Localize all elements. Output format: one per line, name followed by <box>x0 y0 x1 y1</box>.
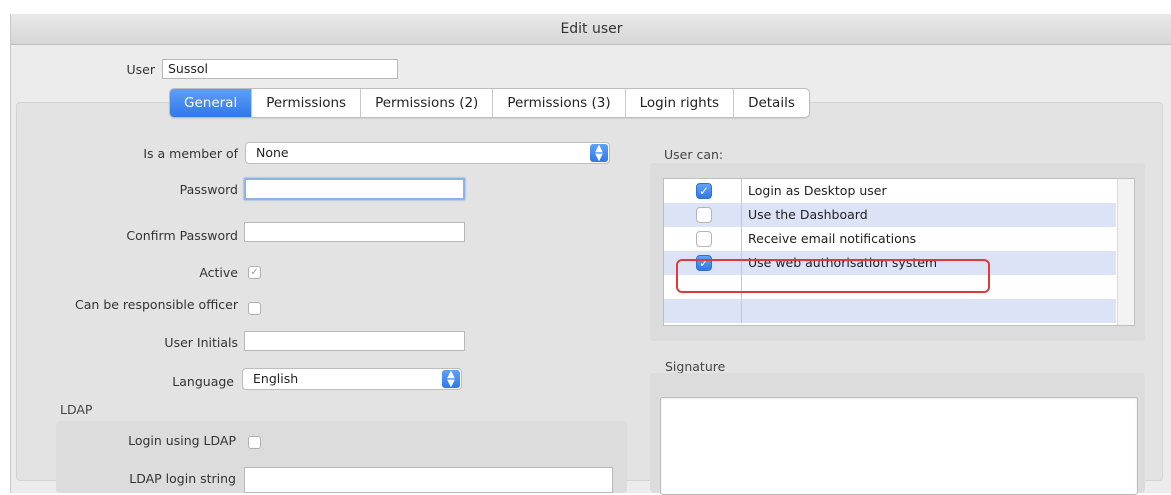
list-item-empty <box>664 299 1116 323</box>
member-of-value: None <box>256 145 289 160</box>
tab-details[interactable]: Details <box>734 89 809 117</box>
tab-bar: General Permissions Permissions (2) Perm… <box>169 88 810 118</box>
ldap-login-checkbox[interactable] <box>248 436 261 449</box>
ldap-login-label: Login using LDAP <box>128 433 236 448</box>
signature-field[interactable] <box>660 397 1138 495</box>
select-stepper-icon: ▲ ▼ <box>590 144 608 163</box>
tab-permissions[interactable]: Permissions <box>252 89 362 117</box>
ldap-section-title: LDAP <box>60 402 93 417</box>
user-can-list: ✓ Login as Desktop user Use the Dashboar… <box>663 178 1135 326</box>
login-desktop-checkbox[interactable]: ✓ <box>696 183 712 199</box>
highlight-annotation <box>676 259 990 293</box>
list-item-label: Login as Desktop user <box>748 183 887 198</box>
tab-general[interactable]: General <box>170 89 253 117</box>
email-notifications-checkbox[interactable] <box>696 231 712 247</box>
user-initials-field[interactable] <box>244 331 465 351</box>
language-select[interactable]: English ▲ ▼ <box>242 368 462 390</box>
member-of-label: Is a member of <box>143 146 238 161</box>
password-field[interactable] <box>244 178 465 200</box>
active-label: Active <box>199 265 238 280</box>
tab-permissions-2[interactable]: Permissions (2) <box>361 89 494 117</box>
list-item: ✓ Login as Desktop user <box>664 179 1116 203</box>
list-item-label: Receive email notifications <box>748 231 917 246</box>
tab-permissions-3[interactable]: Permissions (3) <box>493 89 626 117</box>
confirm-password-field[interactable] <box>244 222 465 242</box>
responsible-officer-label: Can be responsible officer <box>75 297 238 312</box>
user-label: User <box>126 62 156 77</box>
active-checkbox[interactable]: ✓ <box>248 266 261 279</box>
responsible-officer-checkbox[interactable] <box>248 302 261 315</box>
member-of-select[interactable]: None ▲ ▼ <box>245 142 610 164</box>
tab-login-rights[interactable]: Login rights <box>626 89 735 117</box>
ldap-string-field[interactable] <box>244 467 613 493</box>
user-initials-label: User Initials <box>164 335 238 350</box>
list-item: Receive email notifications <box>664 227 1116 251</box>
confirm-password-label: Confirm Password <box>126 228 238 243</box>
signature-title: Signature <box>665 359 726 374</box>
list-item: Use the Dashboard <box>664 203 1116 227</box>
language-label: Language <box>172 374 234 389</box>
list-item-label: Use the Dashboard <box>748 207 868 222</box>
select-stepper-icon: ▲ ▼ <box>442 370 460 389</box>
list-scrollbar[interactable] <box>1117 179 1134 325</box>
use-dashboard-checkbox[interactable] <box>696 207 712 223</box>
user-name-field[interactable]: Sussol <box>162 59 398 79</box>
password-label: Password <box>179 182 238 197</box>
language-value: English <box>253 371 299 386</box>
ldap-string-label: LDAP login string <box>129 471 236 486</box>
window-title: Edit user <box>11 14 1171 45</box>
user-can-title: User can: <box>664 147 724 162</box>
